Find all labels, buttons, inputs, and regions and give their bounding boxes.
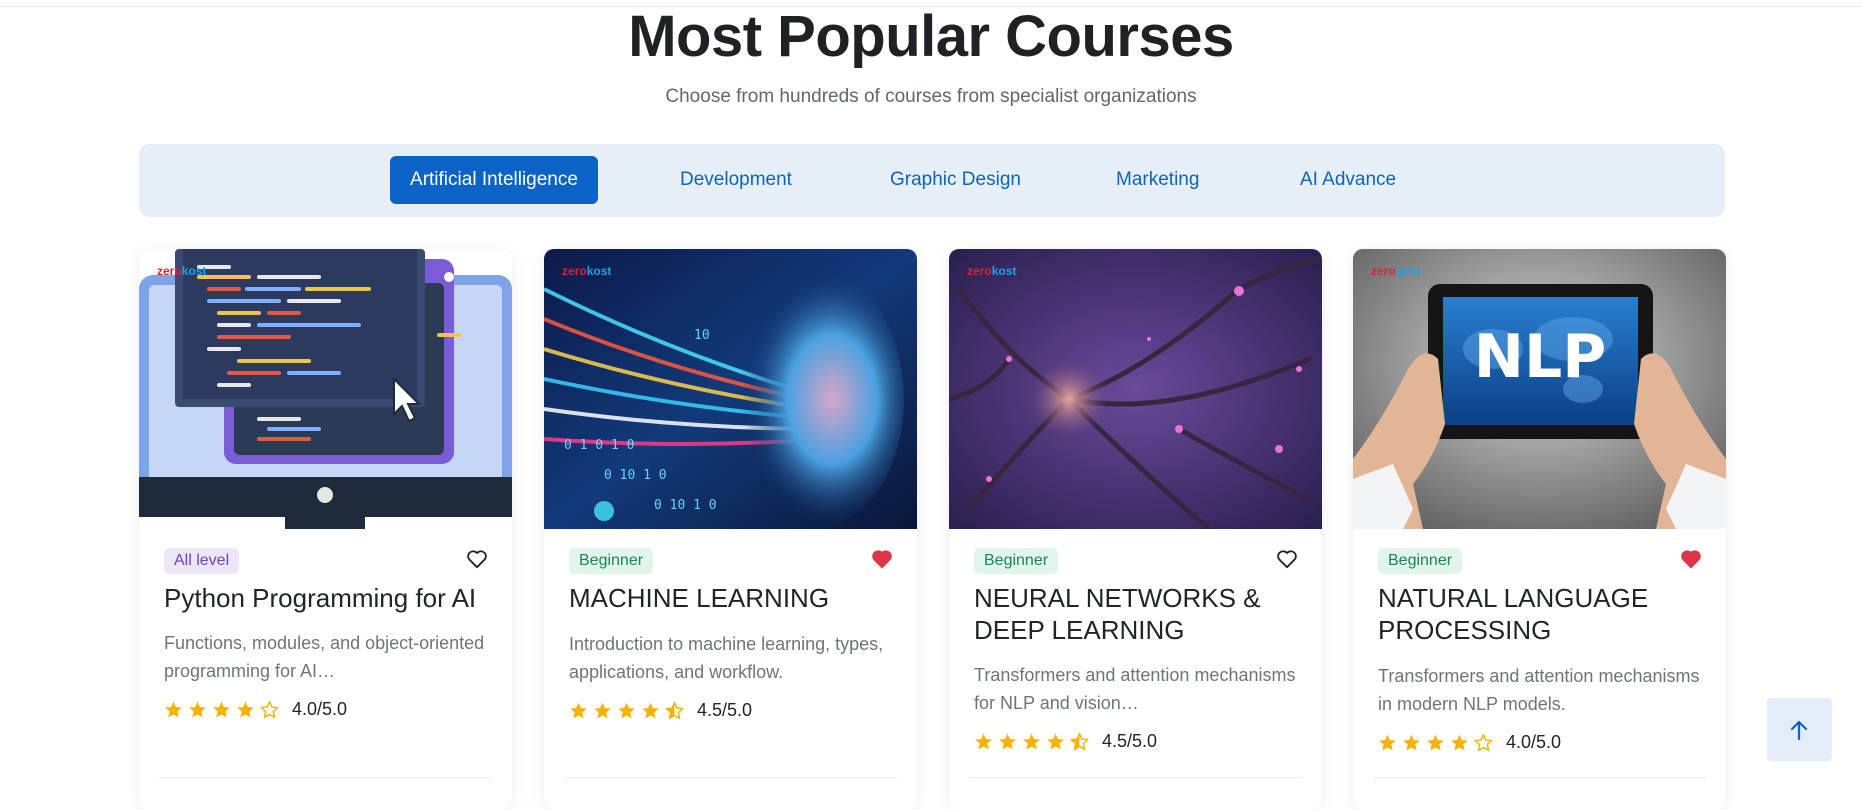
arrow-up-icon	[1790, 720, 1808, 741]
level-badge: Beginner	[974, 548, 1059, 574]
star-icon	[1379, 734, 1396, 750]
level-badge: All level	[164, 548, 240, 574]
star-icon	[1047, 733, 1064, 749]
tab-development[interactable]: Development	[680, 156, 792, 204]
heart-icon[interactable]	[466, 549, 488, 569]
course-thumbnail[interactable]: zerokost	[139, 249, 512, 529]
tab-ai-advance[interactable]: AI Advance	[1300, 156, 1396, 204]
svg-text:NLP: NLP	[1474, 322, 1606, 392]
star-icon	[570, 702, 587, 718]
category-tabs: Artificial Intelligence Development Grap…	[139, 144, 1725, 217]
course-thumbnail[interactable]: 0 1 0 1 0 0 10 1 0 0 10 1 0 10 zerokost	[544, 249, 917, 529]
svg-text:0 1 0 1 0: 0 1 0 1 0	[564, 438, 634, 453]
course-rating: 4.5/5.0	[974, 730, 1157, 752]
tab-artificial-intelligence[interactable]: Artificial Intelligence	[390, 156, 598, 204]
course-title[interactable]: Python Programming for AI	[164, 582, 489, 614]
svg-text:0 10 1 0: 0 10 1 0	[654, 498, 717, 513]
nlp-tablet-image: NLP	[1353, 249, 1726, 529]
rating-value: 4.0/5.0	[292, 698, 348, 719]
star-icon	[999, 733, 1016, 749]
code-editor-illustration	[139, 249, 512, 529]
rating-stars	[164, 700, 279, 719]
star-icon	[642, 702, 659, 718]
brand-logo: zerokost	[157, 264, 207, 278]
card-divider	[1373, 777, 1706, 778]
heart-icon[interactable]	[871, 549, 893, 569]
star-half-icon	[1070, 732, 1089, 750]
course-description: Functions, modules, and object-oriented …	[164, 633, 485, 681]
course-description: Transformers and attention mechanisms in…	[1378, 666, 1700, 714]
course-card[interactable]: zerokost Beginner NEURAL NETWORKS & DEEP…	[949, 249, 1322, 809]
section-subtitle: Choose from hundreds of courses from spe…	[665, 86, 1197, 107]
course-title[interactable]: NATURAL LANGUAGE PROCESSING	[1378, 582, 1703, 646]
star-outline-icon	[260, 700, 279, 718]
level-badge: Beginner	[569, 548, 654, 574]
course-rating: 4.0/5.0	[164, 698, 347, 720]
back-to-top-button[interactable]	[1767, 698, 1832, 761]
brand-logo: zerokost	[1371, 264, 1421, 278]
star-icon	[1403, 734, 1420, 750]
rating-value: 4.5/5.0	[1102, 730, 1158, 751]
rating-stars	[1378, 733, 1493, 752]
course-card[interactable]: zerokost All level Python Programming fo…	[139, 249, 512, 809]
rating-value: 4.5/5.0	[697, 699, 753, 720]
course-description: Transformers and attention mechanisms fo…	[974, 665, 1296, 713]
card-divider	[969, 777, 1302, 778]
star-icon	[1451, 734, 1468, 750]
course-title[interactable]: NEURAL NETWORKS & DEEP LEARNING	[974, 582, 1299, 646]
course-thumbnail[interactable]: NLP zerokost	[1353, 249, 1726, 529]
star-icon	[1023, 733, 1040, 749]
level-badge: Beginner	[1378, 548, 1463, 574]
star-icon	[165, 701, 182, 717]
course-card[interactable]: 0 1 0 1 0 0 10 1 0 0 10 1 0 10 zerokost …	[544, 249, 917, 809]
course-title[interactable]: MACHINE LEARNING	[569, 582, 894, 614]
heart-icon[interactable]	[1276, 549, 1298, 569]
tab-graphic-design[interactable]: Graphic Design	[890, 156, 1021, 204]
star-icon	[237, 701, 254, 717]
star-half-icon	[665, 701, 684, 719]
svg-text:0 10 1 0: 0 10 1 0	[604, 468, 667, 483]
brand-logo: zerokost	[967, 264, 1017, 278]
star-icon	[213, 701, 230, 717]
star-icon	[618, 702, 635, 718]
heart-icon[interactable]	[1680, 549, 1702, 569]
course-rating: 4.0/5.0	[1378, 731, 1561, 753]
star-icon	[1427, 734, 1444, 750]
card-divider	[159, 777, 492, 778]
star-outline-icon	[1474, 733, 1493, 751]
star-icon	[975, 733, 992, 749]
course-description: Introduction to machine learning, types,…	[569, 634, 884, 682]
digital-head-image: 0 1 0 1 0 0 10 1 0 0 10 1 0 10	[544, 249, 917, 529]
tab-marketing[interactable]: Marketing	[1116, 156, 1199, 204]
rating-stars	[974, 732, 1089, 751]
rating-value: 4.0/5.0	[1506, 731, 1562, 752]
course-thumbnail[interactable]: zerokost	[949, 249, 1322, 529]
svg-text:10: 10	[694, 328, 710, 343]
brand-logo: zerokost	[562, 264, 612, 278]
neuron-image	[949, 249, 1322, 529]
course-card[interactable]: NLP zerokost Beginner NATURAL LANGUAGE P…	[1353, 249, 1726, 809]
course-rating: 4.5/5.0	[569, 699, 752, 721]
star-icon	[594, 702, 611, 718]
section-title: Most Popular Courses	[628, 4, 1234, 69]
rating-stars	[569, 701, 684, 720]
star-icon	[189, 701, 206, 717]
card-divider	[564, 777, 897, 778]
